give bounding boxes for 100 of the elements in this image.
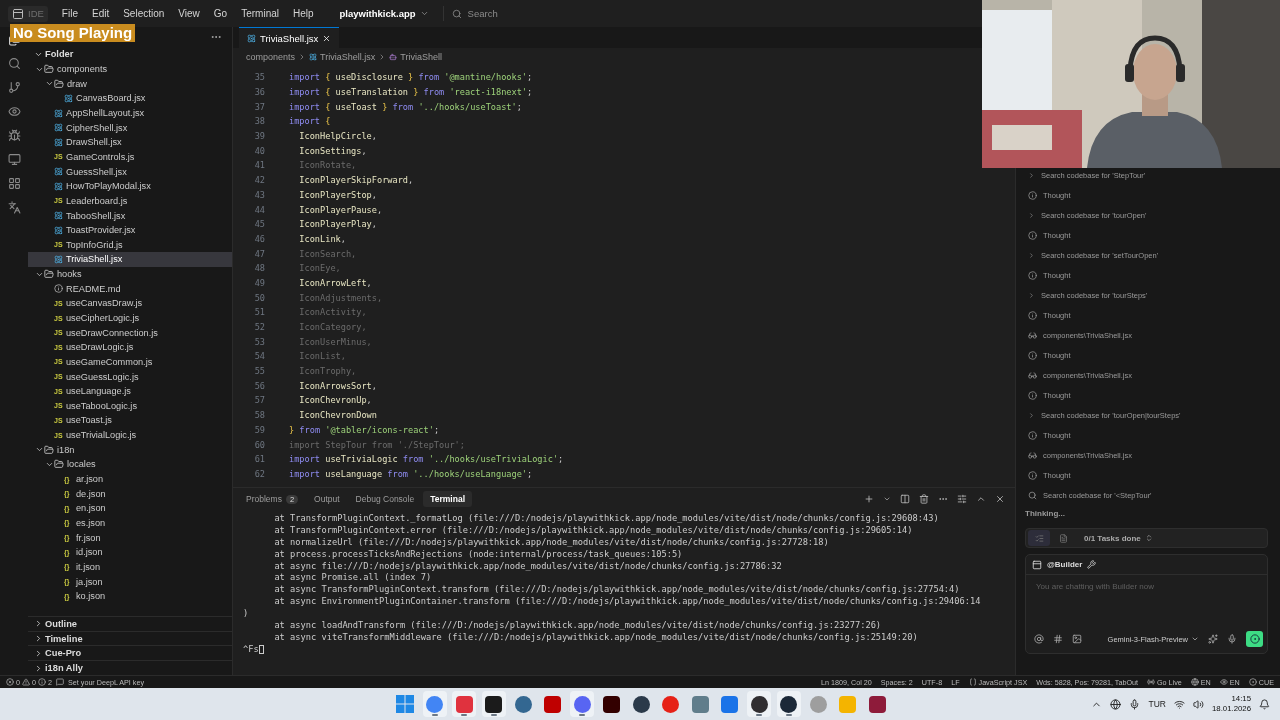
line-number: 54 (253, 351, 265, 362)
grid-icon[interactable] (7, 177, 21, 190)
info-icon (54, 284, 63, 294)
menu-item[interactable]: Help (287, 6, 320, 21)
line-number: 52 (253, 322, 265, 333)
explorer-entry[interactable]: CanvasBoard.jsx (28, 91, 232, 106)
code-line: IconCategory, (298, 322, 367, 333)
code-line: IconTrophy, (298, 366, 357, 377)
section-header[interactable]: Timeline (28, 630, 232, 646)
panel-tab[interactable]: Output (307, 491, 347, 507)
menu-item[interactable]: Selection (117, 6, 171, 21)
input-language[interactable]: TUR (1148, 699, 1166, 709)
chevrons-icon (1144, 534, 1153, 542)
line-number: 45 (253, 219, 265, 230)
menu-item[interactable]: View (172, 6, 206, 21)
tasks-summary[interactable]: 0/1 Tasks done (1084, 533, 1153, 543)
atom-icon (309, 52, 318, 61)
section-header[interactable]: Outline (28, 615, 232, 631)
explorer-entry[interactable]: HowToPlayModal.jsx (28, 178, 232, 194)
line-number: 40 (253, 145, 265, 156)
explorer-entry[interactable]: ToastProvider.jsx (28, 222, 232, 238)
line-number: 46 (253, 233, 265, 244)
microphone-icon[interactable] (1129, 698, 1141, 710)
section-header[interactable]: Folder (28, 47, 232, 62)
plus-icon[interactable] (864, 494, 874, 504)
line-number: 58 (253, 410, 265, 421)
bell-icon[interactable] (1259, 698, 1270, 710)
network-icon[interactable] (1173, 698, 1185, 710)
code-line: IconLink, (298, 233, 346, 244)
search-field[interactable]: Search (442, 6, 643, 21)
line-number: 37 (253, 101, 265, 112)
folder-open-icon (54, 78, 64, 89)
hash-icon[interactable] (1053, 634, 1063, 644)
translate-icon[interactable] (7, 201, 21, 214)
explorer-folder[interactable]: i18n (28, 442, 232, 458)
monitor-icon[interactable] (7, 153, 21, 166)
agent-icon (1032, 559, 1042, 570)
explorer-entry[interactable]: GuessShell.jsx (28, 164, 232, 179)
code-line: import { useTranslation } from 'react-i18next'; (289, 87, 533, 98)
terminal-line: at async TransformPluginContext.transform (file:///D:/nodejs/playwithkick.app/node_modules/vite/dist/node/chunks/config.js:27754:4) (273, 584, 961, 597)
explorer-folder[interactable]: locales (28, 457, 232, 472)
tools-icon[interactable] (1087, 560, 1097, 569)
image-icon[interactable] (1072, 634, 1082, 644)
globe-icon[interactable] (1110, 698, 1122, 710)
glasses-icon (1028, 330, 1037, 340)
code-line: IconArrowsSort, (298, 380, 377, 391)
menu-item[interactable]: Go (207, 6, 234, 21)
editor-tab[interactable]: TriviaShell.jsx (239, 27, 340, 48)
menu-item[interactable]: File (55, 6, 84, 21)
explorer-entry[interactable]: README.md (28, 281, 232, 297)
chevron-right-icon (1028, 251, 1035, 259)
section-header[interactable]: Cue-Pro (28, 645, 232, 661)
explorer-entry[interactable]: TabooShell.jsx (28, 208, 232, 223)
branch-icon[interactable] (7, 81, 21, 94)
info-icon (1028, 310, 1037, 320)
speaker-icon[interactable] (1192, 698, 1204, 710)
sparkles-icon[interactable] (1208, 634, 1218, 644)
split-icon[interactable] (900, 494, 910, 504)
line-number: 49 (253, 277, 265, 288)
terminal-line: ^Fs (243, 643, 259, 656)
explorer-folder[interactable]: draw (28, 76, 232, 92)
checklist-icon (1034, 533, 1044, 543)
code-line: IconAdjustments, (298, 292, 383, 303)
breadcrumb-item[interactable]: components (246, 51, 296, 62)
glasses-icon (1028, 450, 1037, 460)
close-icon[interactable] (995, 494, 1005, 504)
line-number: 51 (253, 307, 265, 318)
bug-icon[interactable] (7, 129, 21, 142)
breadcrumb-item[interactable]: TriviaShell (400, 51, 442, 62)
breadcrumb-item[interactable]: TriviaShell.jsx (320, 51, 376, 62)
explorer-entry[interactable]: CipherShell.jsx (28, 120, 232, 135)
explorer-entry[interactable]: AppShellLayout.jsx (28, 105, 232, 121)
list-toggle[interactable] (1028, 530, 1050, 546)
close-icon[interactable] (322, 33, 332, 43)
menu-item[interactable]: Terminal (235, 6, 285, 21)
sliders-icon[interactable] (957, 494, 967, 504)
atom-icon (54, 137, 63, 147)
chevron-up-icon[interactable] (976, 494, 986, 504)
code-line: import useLanguage from '../hooks/useLanguage'; (289, 468, 533, 479)
workspace-menu[interactable]: playwithkick.app (335, 6, 433, 21)
mention-icon[interactable] (1034, 634, 1044, 644)
terminal-line: at async loadAndTransform (file:///D:/nodejs/playwithkick.app/node_modules/vite/dist/node/chunks/config.js:23277:26) (273, 620, 883, 632)
search-icon[interactable] (7, 57, 21, 70)
explorer-folder[interactable]: hooks (28, 266, 232, 282)
atom-icon (54, 211, 63, 220)
chevron-down-icon[interactable] (883, 495, 891, 503)
code-line: IconActivity, (298, 307, 367, 318)
menu-item[interactable]: Edit (85, 6, 116, 21)
panel-tab[interactable]: Debug Console (348, 491, 422, 507)
explorer-entry[interactable]: DrawShell.jsx (28, 135, 232, 150)
folder-open-icon (44, 444, 54, 455)
explorer-entry[interactable]: TriviaShell.jsx (28, 252, 232, 267)
thinking-status: Thinking... (1025, 509, 1066, 518)
microphone-icon[interactable] (1227, 634, 1237, 644)
code-line: IconEye, (298, 263, 341, 274)
explorer-folder[interactable]: components (28, 61, 232, 77)
trash-icon[interactable] (919, 494, 929, 504)
eye-icon[interactable] (7, 105, 21, 118)
panel-tab[interactable]: Terminal (423, 491, 472, 507)
send-button[interactable] (1246, 631, 1263, 647)
